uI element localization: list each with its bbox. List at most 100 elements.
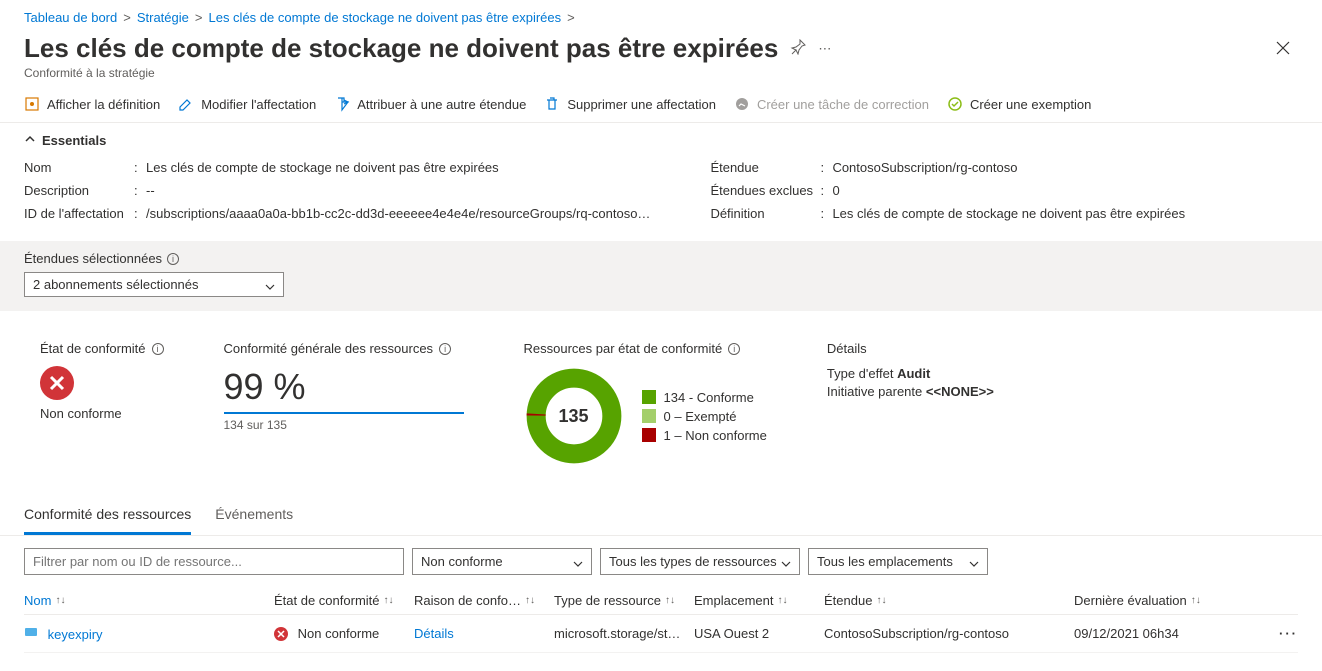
assign-icon bbox=[334, 96, 350, 112]
value-assignment-id: /subscriptions/aaaa0a0a-bb1b-cc2c-dd3d-e… bbox=[146, 206, 650, 221]
definition-icon bbox=[24, 96, 40, 112]
compliance-state-text: Non conforme bbox=[40, 406, 164, 421]
info-icon[interactable]: i bbox=[728, 343, 740, 355]
create-exemption-button[interactable]: Créer une exemption bbox=[947, 96, 1091, 112]
page-subtitle: Conformité à la stratégie bbox=[24, 66, 832, 80]
select-value: Tous les types de ressources bbox=[609, 554, 777, 569]
resource-link[interactable]: keyexpiry bbox=[48, 627, 103, 642]
delete-assignment-button[interactable]: Supprimer une affectation bbox=[544, 96, 716, 112]
essentials-body: Nom : Les clés de compte de stockage ne … bbox=[0, 156, 1322, 241]
assign-scope-button[interactable]: Attribuer à une autre étendue bbox=[334, 96, 526, 112]
close-button[interactable] bbox=[1268, 33, 1298, 68]
value-exclues: 0 bbox=[832, 183, 1298, 198]
button-label: Créer une tâche de correction bbox=[757, 97, 929, 112]
effect-label: Type d'effet bbox=[827, 366, 894, 381]
sort-icon: ↑↓ bbox=[665, 595, 675, 606]
value-definition: Les clés de compte de stockage ne doiven… bbox=[832, 206, 1298, 221]
label-exclues: Étendues exclues bbox=[710, 183, 820, 198]
color-swatch bbox=[642, 409, 656, 423]
sort-icon: ↑↓ bbox=[876, 595, 886, 606]
essentials-toggle[interactable]: Essentials bbox=[0, 123, 1322, 156]
breadcrumb-item[interactable]: Stratégie bbox=[137, 10, 189, 25]
button-label: Attribuer à une autre étendue bbox=[357, 97, 526, 112]
button-label: Supprimer une affectation bbox=[567, 97, 716, 112]
col-raison[interactable]: Raison de confo…↑↓ bbox=[414, 593, 554, 608]
label-definition: Définition bbox=[710, 206, 820, 221]
chevron-down-icon bbox=[781, 557, 791, 567]
check-circle-icon bbox=[947, 96, 963, 112]
scope-label: Étendues sélectionnées bbox=[24, 251, 162, 266]
resource-table: Nom↑↓ État de conformité↑↓ Raison de con… bbox=[0, 587, 1322, 653]
tabs: Conformité des ressources Événements bbox=[0, 496, 1322, 536]
progress-bar bbox=[224, 412, 464, 414]
col-nom[interactable]: Nom↑↓ bbox=[24, 593, 274, 608]
sort-icon: ↑↓ bbox=[55, 595, 65, 606]
view-definition-button[interactable]: Afficher la définition bbox=[24, 96, 160, 112]
tab-events[interactable]: Événements bbox=[215, 496, 293, 535]
label-etendue: Étendue bbox=[710, 160, 820, 175]
pin-icon[interactable] bbox=[790, 39, 806, 58]
stat-title: État de conformité bbox=[40, 341, 146, 356]
breadcrumb-sep: > bbox=[123, 10, 131, 25]
overall-compliance-sub: 134 sur 135 bbox=[224, 418, 464, 432]
chevron-up-icon bbox=[24, 133, 36, 148]
details-block: Détails Type d'effet Audit Initiative pa… bbox=[827, 341, 994, 466]
parent-label: Initiative parente bbox=[827, 384, 922, 399]
donut-center-value: 135 bbox=[524, 366, 624, 466]
filter-type-select[interactable]: Tous les types de ressources bbox=[600, 548, 800, 575]
trash-icon bbox=[544, 96, 560, 112]
sort-icon: ↑↓ bbox=[777, 595, 787, 606]
resource-location: USA Ouest 2 bbox=[694, 626, 824, 641]
resource-type: microsoft.storage/st… bbox=[554, 626, 694, 641]
table-row[interactable]: keyexpiry Non conforme Détails microsoft… bbox=[24, 615, 1298, 653]
edit-assignment-button[interactable]: Modifier l'affectation bbox=[178, 96, 316, 112]
breadcrumb-item[interactable]: Les clés de compte de stockage ne doiven… bbox=[208, 10, 561, 25]
filter-location-select[interactable]: Tous les emplacements bbox=[808, 548, 988, 575]
details-link[interactable]: Détails bbox=[414, 626, 454, 641]
overall-compliance-percent: 99 % bbox=[224, 366, 464, 408]
info-icon[interactable]: i bbox=[439, 343, 451, 355]
col-type[interactable]: Type de ressource↑↓ bbox=[554, 593, 694, 608]
overall-compliance-block: Conformité générale des ressources i 99 … bbox=[224, 341, 464, 466]
label-nom: Nom bbox=[24, 160, 134, 175]
info-icon[interactable]: i bbox=[167, 253, 179, 265]
label-description: Description bbox=[24, 183, 134, 198]
stat-title: Conformité générale des ressources bbox=[224, 341, 434, 356]
sort-icon: ↑↓ bbox=[1191, 595, 1201, 606]
resource-scope: ContosoSubscription/rg-contoso bbox=[824, 626, 1074, 641]
donut-chart: 135 bbox=[524, 366, 624, 466]
noncompliant-icon bbox=[274, 627, 288, 641]
breadcrumb-item[interactable]: Tableau de bord bbox=[24, 10, 117, 25]
col-etat[interactable]: État de conformité↑↓ bbox=[274, 593, 414, 608]
page-title: Les clés de compte de stockage ne doiven… bbox=[24, 33, 778, 64]
legend-item: 1 – Non conforme bbox=[642, 428, 767, 443]
info-icon[interactable]: i bbox=[152, 343, 164, 355]
breadcrumb-sep: > bbox=[195, 10, 203, 25]
tab-resource-compliance[interactable]: Conformité des ressources bbox=[24, 496, 191, 535]
scope-select[interactable]: 2 abonnements sélectionnés bbox=[24, 272, 284, 297]
task-icon bbox=[734, 96, 750, 112]
chevron-down-icon bbox=[265, 280, 275, 290]
filter-state-select[interactable]: Non conforme bbox=[412, 548, 592, 575]
create-task-button: Créer une tâche de correction bbox=[734, 96, 929, 112]
effect-value: Audit bbox=[897, 366, 930, 381]
scope-selected-value: 2 abonnements sélectionnés bbox=[33, 277, 199, 292]
legend-item: 134 - Conforme bbox=[642, 390, 767, 405]
col-etendue[interactable]: Étendue↑↓ bbox=[824, 593, 1074, 608]
color-swatch bbox=[642, 390, 656, 404]
button-label: Modifier l'affectation bbox=[201, 97, 316, 112]
value-etendue: ContosoSubscription/rg-contoso bbox=[832, 160, 1298, 175]
more-icon[interactable]: ⋯ bbox=[818, 41, 832, 57]
compliance-state-block: État de conformité i Non conforme bbox=[40, 341, 164, 466]
scope-bar: Étendues sélectionnées i 2 abonnements s… bbox=[0, 241, 1322, 311]
col-emplacement[interactable]: Emplacement↑↓ bbox=[694, 593, 824, 608]
filter-name-input[interactable] bbox=[24, 548, 404, 575]
button-label: Créer une exemption bbox=[970, 97, 1091, 112]
row-more-button[interactable]: ··· bbox=[1279, 626, 1298, 641]
breadcrumb-sep: > bbox=[567, 10, 575, 25]
page-header: Les clés de compte de stockage ne doiven… bbox=[0, 31, 1322, 86]
col-eval[interactable]: Dernière évaluation↑↓ bbox=[1074, 593, 1234, 608]
table-header: Nom↑↓ État de conformité↑↓ Raison de con… bbox=[24, 587, 1298, 615]
stat-title: Détails bbox=[827, 341, 867, 356]
toolbar: Afficher la définition Modifier l'affect… bbox=[0, 86, 1322, 123]
